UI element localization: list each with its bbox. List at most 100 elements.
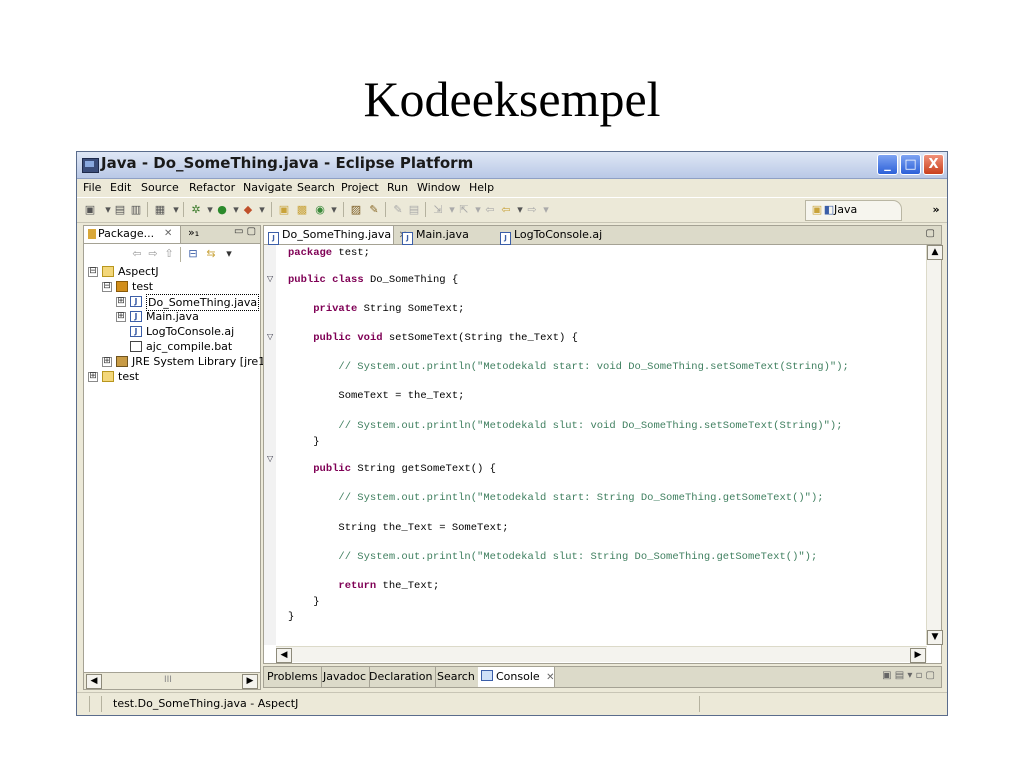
minimize-maximize-view-icon[interactable]: ▭ ▢ xyxy=(234,226,256,237)
package-explorer-icon xyxy=(88,229,96,239)
more-views-button[interactable]: »₁ xyxy=(188,226,199,239)
collapse-icon[interactable]: ⊟ xyxy=(102,282,112,292)
eclipse-window: Java - Do_SomeThing.java - Eclipse Platf… xyxy=(76,151,948,716)
perspective-overflow[interactable]: » xyxy=(929,203,943,216)
collapse-icon[interactable]: ⊟ xyxy=(88,267,98,277)
new-icon[interactable]: ▣ xyxy=(83,203,97,216)
package-explorer-hscroll[interactable]: ◀ III ▶ xyxy=(84,672,260,689)
project-icon xyxy=(102,371,114,382)
menu-source[interactable]: Source xyxy=(141,181,179,194)
external-tools-icon[interactable]: ◆ xyxy=(241,203,255,216)
up-icon[interactable]: ⇧ xyxy=(162,247,176,260)
maximize-button[interactable]: □ xyxy=(900,154,921,175)
toolbar-separator xyxy=(147,202,148,217)
java-perspective-button[interactable]: Java xyxy=(834,203,857,216)
menu-navigate[interactable]: Navigate xyxy=(243,181,292,194)
tab-do-something[interactable]: JDo_SomeThing.java ✕ xyxy=(264,226,407,245)
search-icon[interactable]: ✎ xyxy=(367,203,381,216)
new-class-icon[interactable]: ◉ xyxy=(313,203,327,216)
view-controls-icon[interactable]: ▣ ▤ ▾ ▫ ▢ xyxy=(882,670,935,681)
back-icon[interactable]: ⇦ xyxy=(499,203,513,216)
tab-problems[interactable]: Problems xyxy=(264,667,322,687)
debug-icon[interactable]: ✲ xyxy=(189,203,203,216)
window-titlebar[interactable]: Java - Do_SomeThing.java - Eclipse Platf… xyxy=(77,152,947,179)
tree-item-label: Main.java xyxy=(146,310,199,323)
menu-window[interactable]: Window xyxy=(417,181,460,194)
menu-search[interactable]: Search xyxy=(297,181,335,194)
open-type-icon[interactable]: ▨ xyxy=(349,203,363,216)
package-explorer-tabbar: Package... ✕ »₁ ▭ ▢ xyxy=(84,226,260,244)
prev-annotation-icon[interactable]: ⇱ xyxy=(457,203,471,216)
new-java-project-icon[interactable]: ▣ xyxy=(277,203,291,216)
console-icon xyxy=(481,670,493,681)
window-title: Java - Do_SomeThing.java - Eclipse Platf… xyxy=(101,154,474,172)
code-line: private String SomeText; xyxy=(313,303,465,315)
back-icon[interactable]: ⇦ xyxy=(130,247,144,260)
scroll-up-icon[interactable]: ▲ xyxy=(927,245,943,260)
code-line: package test; xyxy=(288,247,370,259)
editor-hscroll[interactable]: ◀ ▶ xyxy=(276,646,927,663)
dropdown-arrow-icon[interactable]: ▾ xyxy=(169,203,183,216)
forward-icon[interactable]: ⇨ xyxy=(525,203,539,216)
menu-file[interactable]: File xyxy=(83,181,101,194)
fold-icon[interactable]: ▽ xyxy=(267,332,273,341)
close-icon[interactable]: ✕ xyxy=(546,672,554,683)
maximize-editor-icon[interactable]: ▢ xyxy=(926,228,935,239)
new-package-icon[interactable]: ▩ xyxy=(295,203,309,216)
menu-project[interactable]: Project xyxy=(341,181,379,194)
dropdown-arrow-icon[interactable]: ▾ xyxy=(255,203,269,216)
code-line: String the_Text = SomeText; xyxy=(288,522,509,534)
tab-package-explorer[interactable]: Package... ✕ xyxy=(84,226,181,243)
scroll-left-icon[interactable]: ◀ xyxy=(86,674,102,689)
expand-icon[interactable]: ⊞ xyxy=(102,357,112,367)
bottom-views-tabbar: Problems Javadoc Declaration Search Cons… xyxy=(263,666,942,688)
tab-javadoc[interactable]: Javadoc xyxy=(320,667,370,687)
tab-label: Do_SomeThing.java xyxy=(282,228,392,241)
show-whitespace-icon[interactable]: ▤ xyxy=(407,203,421,216)
menu-refactor[interactable]: Refactor xyxy=(189,181,235,194)
java-file-icon: J xyxy=(268,232,279,245)
fold-icon[interactable]: ▽ xyxy=(267,274,273,283)
menu-run[interactable]: Run xyxy=(387,181,408,194)
java-file-icon: J xyxy=(402,232,413,245)
view-menu-icon[interactable]: ▾ xyxy=(222,247,236,260)
next-annotation-icon[interactable]: ⇲ xyxy=(431,203,445,216)
print-icon[interactable]: ▥ xyxy=(129,203,143,216)
toggle-mark-icon[interactable]: ✎ xyxy=(391,203,405,216)
scroll-thumb[interactable]: III xyxy=(164,675,172,685)
collapse-all-icon[interactable]: ⊟ xyxy=(186,247,200,260)
scroll-right-icon[interactable]: ▶ xyxy=(242,674,258,689)
scroll-left-icon[interactable]: ◀ xyxy=(276,648,292,663)
scroll-down-icon[interactable]: ▼ xyxy=(927,630,943,645)
run-icon[interactable]: ● xyxy=(215,203,229,216)
dropdown-arrow-icon[interactable]: ▾ xyxy=(539,203,553,216)
close-icon[interactable]: ✕ xyxy=(164,226,172,242)
dropdown-arrow-icon[interactable]: ▾ xyxy=(327,203,341,216)
menu-help[interactable]: Help xyxy=(469,181,494,194)
tab-console[interactable]: Console ✕ xyxy=(478,667,555,687)
tab-main[interactable]: J Main.java xyxy=(402,226,469,245)
minimize-button[interactable]: _ xyxy=(877,154,898,175)
expand-icon[interactable]: ⊞ xyxy=(116,297,126,307)
forward-icon[interactable]: ⇨ xyxy=(146,247,160,260)
close-button[interactable]: X xyxy=(923,154,944,175)
build-icon[interactable]: ▦ xyxy=(153,203,167,216)
expand-icon[interactable]: ⊞ xyxy=(116,312,126,322)
fold-icon[interactable]: ▽ xyxy=(267,454,273,463)
expand-icon[interactable]: ⊞ xyxy=(88,372,98,382)
toolbar-separator xyxy=(183,202,184,217)
toolbar-separator xyxy=(180,247,181,262)
tab-search[interactable]: Search xyxy=(434,667,479,687)
tab-label: LogToConsole.aj xyxy=(514,228,603,241)
last-edit-icon[interactable]: ⇦ xyxy=(483,203,497,216)
link-with-editor-icon[interactable]: ⇆ xyxy=(204,247,218,260)
code-line: } xyxy=(288,611,295,623)
tab-declaration[interactable]: Declaration xyxy=(366,667,437,687)
save-icon[interactable]: ▤ xyxy=(113,203,127,216)
editor-vscroll[interactable]: ▲ ▼ xyxy=(926,245,943,645)
scroll-right-icon[interactable]: ▶ xyxy=(910,648,926,663)
editor-ruler xyxy=(264,245,276,645)
editor-tabbar: JDo_SomeThing.java ✕ JMain.java JLogToCo… xyxy=(264,226,941,245)
tab-logtoconsole[interactable]: J LogToConsole.aj xyxy=(500,226,603,245)
menu-edit[interactable]: Edit xyxy=(110,181,131,194)
